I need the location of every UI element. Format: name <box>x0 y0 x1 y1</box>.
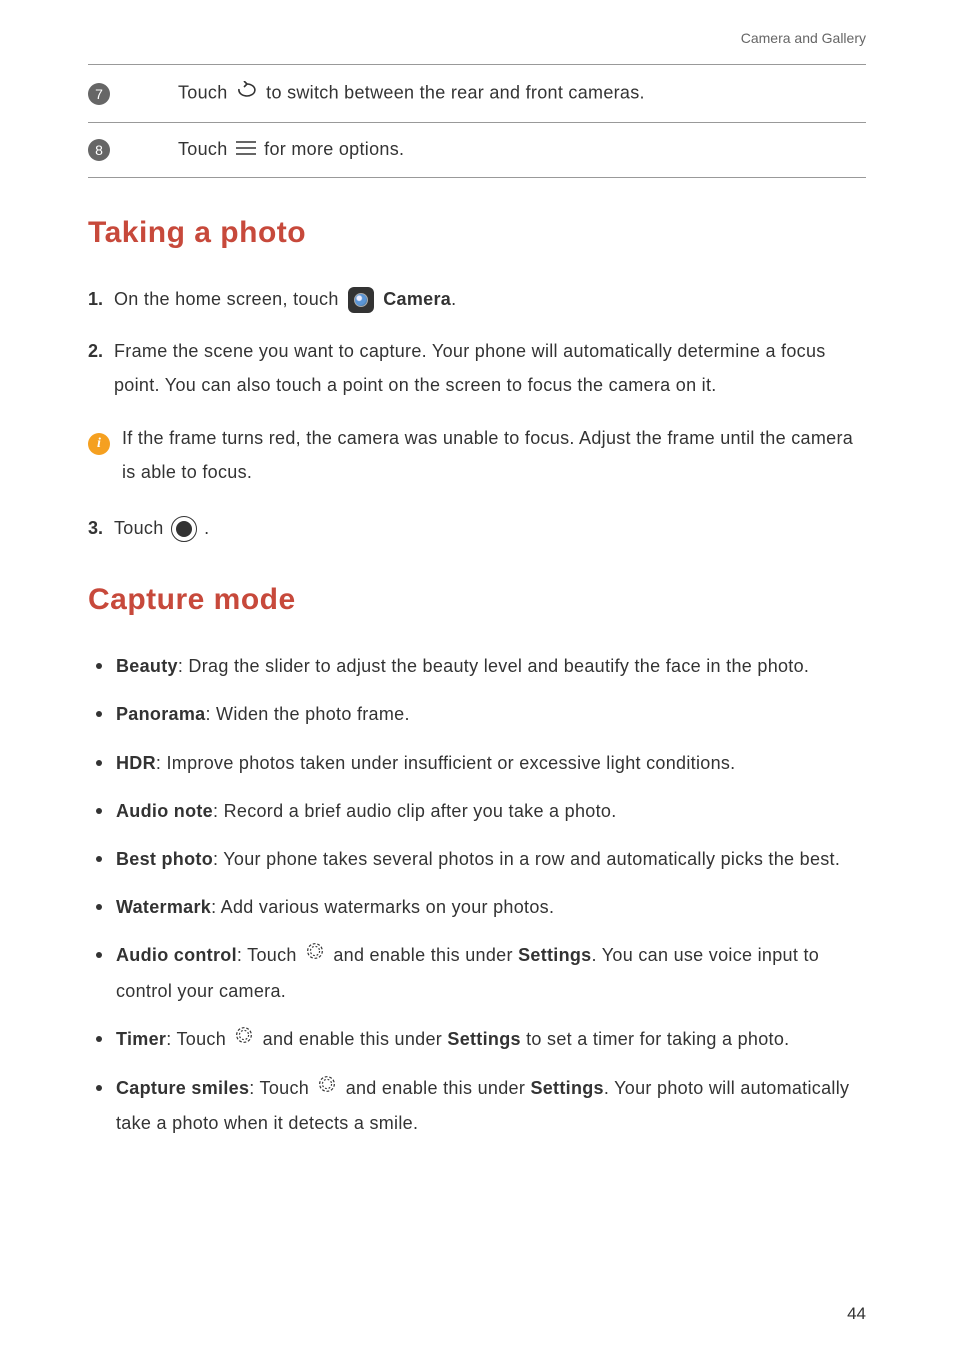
info-text: If the frame turns red, the camera was u… <box>122 421 866 489</box>
section-heading-taking-photo: Taking a photo <box>88 216 866 250</box>
camera-label: Camera <box>383 289 451 309</box>
camera-app-icon <box>348 287 374 313</box>
table-row: 7 Touch to switch between the rear and f… <box>88 65 866 123</box>
switch-camera-icon <box>235 81 259 106</box>
item-text-mid: and enable this under <box>333 945 518 965</box>
row-text: Touch for more options. <box>178 139 866 161</box>
step-number: 3. <box>88 511 114 545</box>
item-label: Timer <box>116 1029 166 1049</box>
step-content: Frame the scene you want to capture. You… <box>114 334 866 402</box>
gear-icon <box>304 939 326 973</box>
row-number-cell: 7 <box>88 83 178 105</box>
breadcrumb: Camera and Gallery <box>741 30 866 46</box>
page-number: 44 <box>847 1304 866 1324</box>
row-text: Touch to switch between the rear and fro… <box>178 81 866 106</box>
step-content: Touch . <box>114 511 866 545</box>
row-number-badge: 7 <box>88 83 110 105</box>
text-post: for more options. <box>264 139 404 159</box>
settings-label: Settings <box>518 945 591 965</box>
item-text-post: to set a timer for taking a photo. <box>521 1029 790 1049</box>
row-number-cell: 8 <box>88 139 178 161</box>
item-label: Audio control <box>116 945 237 965</box>
settings-label: Settings <box>447 1029 520 1049</box>
list-item: Audio control: Touch and enable this und… <box>88 938 866 1008</box>
item-label: HDR <box>116 753 156 773</box>
item-text: : Record a brief audio clip after you ta… <box>213 801 617 821</box>
item-label: Beauty <box>116 656 178 676</box>
info-icon-wrap: i <box>88 421 122 489</box>
text-pre: Touch <box>178 82 233 102</box>
step-2: 2. Frame the scene you want to capture. … <box>88 334 866 402</box>
item-label: Best photo <box>116 849 213 869</box>
item-label: Audio note <box>116 801 213 821</box>
step-number: 1. <box>88 282 114 316</box>
capture-mode-list: Beauty: Drag the slider to adjust the be… <box>88 649 866 1141</box>
item-text-mid: and enable this under <box>346 1078 531 1098</box>
row-number-badge: 8 <box>88 139 110 161</box>
item-text-pre: : Touch <box>166 1029 231 1049</box>
step-number: 2. <box>88 334 114 402</box>
text-post: to switch between the rear and front cam… <box>266 82 645 102</box>
step-3: 3. Touch . <box>88 511 866 545</box>
item-text: : Your phone takes several photos in a r… <box>213 849 840 869</box>
step-1: 1. On the home screen, touch Camera. <box>88 282 866 316</box>
list-item: Panorama: Widen the photo frame. <box>88 697 866 731</box>
gear-icon <box>233 1023 255 1057</box>
section-heading-capture-mode: Capture mode <box>88 583 866 617</box>
item-label: Panorama <box>116 704 205 724</box>
list-item: Watermark: Add various watermarks on you… <box>88 890 866 924</box>
list-item: Beauty: Drag the slider to adjust the be… <box>88 649 866 683</box>
list-item: Best photo: Your phone takes several pho… <box>88 842 866 876</box>
item-label: Watermark <box>116 897 211 917</box>
table-row: 8 Touch for more options. <box>88 123 866 178</box>
reference-table: 7 Touch to switch between the rear and f… <box>88 64 866 178</box>
item-text-pre: : Touch <box>237 945 302 965</box>
gear-icon <box>316 1072 338 1106</box>
item-text: : Drag the slider to adjust the beauty l… <box>178 656 809 676</box>
list-item: Timer: Touch and enable this under Setti… <box>88 1022 866 1057</box>
list-item: HDR: Improve photos taken under insuffic… <box>88 746 866 780</box>
item-text: : Improve photos taken under insufficien… <box>156 753 736 773</box>
shutter-icon <box>171 516 197 542</box>
step-text-post: . <box>204 518 209 538</box>
step-text-post: . <box>451 289 456 309</box>
settings-label: Settings <box>530 1078 603 1098</box>
text-pre: Touch <box>178 139 233 159</box>
info-icon: i <box>88 433 110 455</box>
list-item: Audio note: Record a brief audio clip af… <box>88 794 866 828</box>
info-callout: i If the frame turns red, the camera was… <box>88 421 866 489</box>
step-content: On the home screen, touch Camera. <box>114 282 866 316</box>
item-text: : Widen the photo frame. <box>205 704 409 724</box>
item-text-mid: and enable this under <box>263 1029 448 1049</box>
step-text-pre: On the home screen, touch <box>114 289 344 309</box>
menu-icon <box>235 140 257 161</box>
step-text-pre: Touch <box>114 518 169 538</box>
page-header: Camera and Gallery <box>88 30 866 46</box>
item-text: : Add various watermarks on your photos. <box>211 897 554 917</box>
item-label: Capture smiles <box>116 1078 249 1098</box>
item-text-pre: : Touch <box>249 1078 314 1098</box>
list-item: Capture smiles: Touch and enable this un… <box>88 1071 866 1141</box>
